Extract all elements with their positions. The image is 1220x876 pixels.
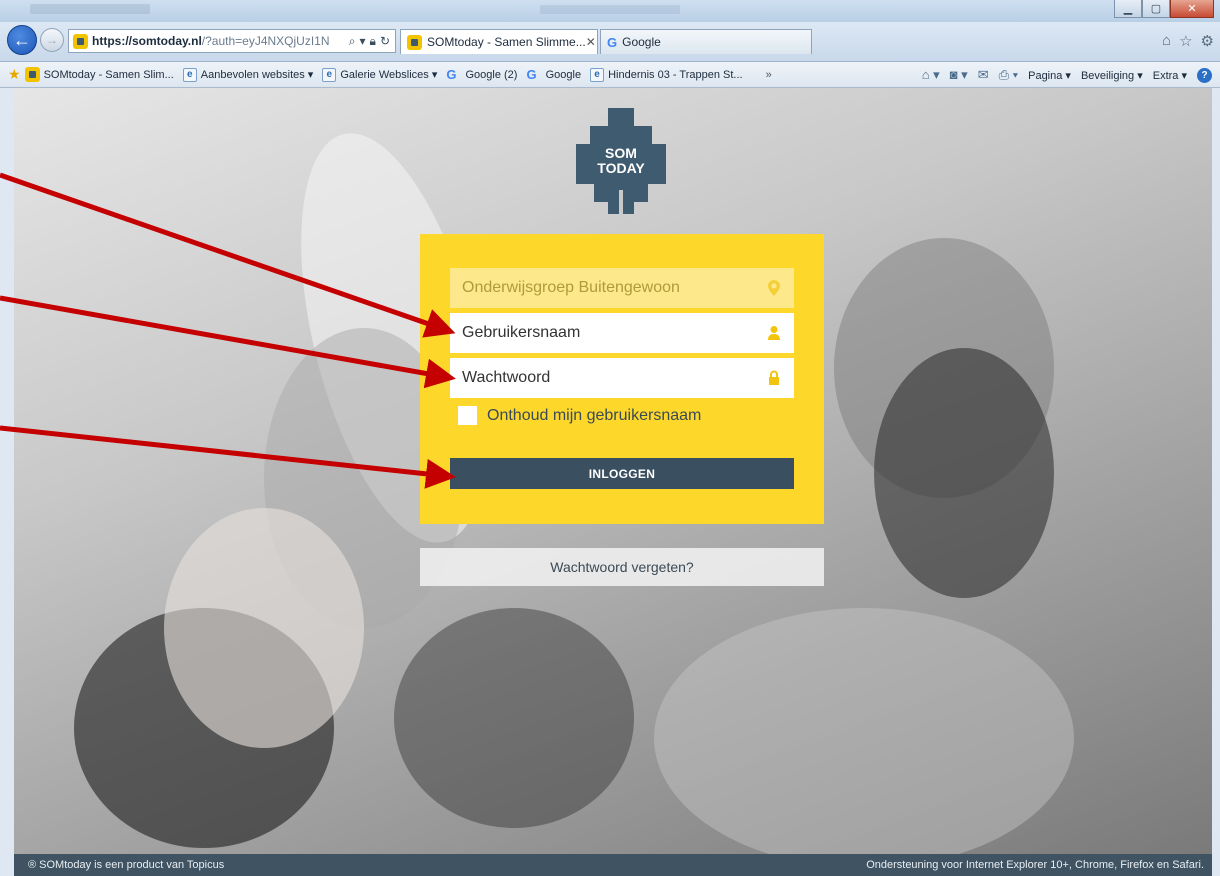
add-favorites-star-icon[interactable]: ★ [8, 66, 21, 83]
window-controls: ▁ ▢ ✕ [1114, 0, 1214, 18]
search-icon[interactable]: ⌕ [349, 34, 356, 49]
footer-browser-support: Ondersteuning voor Internet Explorer 10+… [866, 859, 1204, 871]
favorites-star-icon[interactable]: ☆ [1179, 32, 1192, 50]
favorite-somtoday[interactable]: SOMtoday - Samen Slim... [24, 67, 174, 82]
url-path: /?auth=eyJ4NXQjUzI1Nil6 [201, 34, 330, 48]
favorite-label: Google (2) [465, 68, 518, 81]
logo-text: SOM TODAY [576, 146, 666, 176]
tab-label: SOMtoday - Samen Slimme... [427, 35, 586, 49]
print-icon[interactable]: ⎙ ▾ [999, 67, 1018, 83]
minimize-button[interactable]: ▁ [1114, 0, 1142, 18]
favorite-label: Aanbevolen websites ▾ [200, 69, 314, 81]
browser-toolbar-icons: ⌂ ☆ ⚙ [1162, 32, 1214, 50]
page-menu[interactable]: Pagina ▾ [1028, 69, 1071, 82]
background-photo-shape [654, 608, 1074, 854]
ie-page-icon: e [590, 67, 605, 82]
favorite-label: Galerie Webslices ▾ [340, 69, 438, 81]
footer-copyright: ® SOMtoday is een product van Topicus [28, 859, 225, 871]
logo-text-line2: TODAY [597, 160, 645, 176]
minimize-icon: ▁ [1123, 3, 1133, 15]
titlebar-quick-access [30, 4, 150, 14]
somtoday-logo: SOM TODAY [576, 108, 666, 214]
lock-icon [769, 370, 779, 385]
remember-label[interactable]: Onthoud mijn gebruikersnaam [487, 407, 701, 425]
username-placeholder: Gebruikersnaam [462, 324, 581, 341]
page-footer: ® SOMtoday is een product van Topicus On… [14, 854, 1212, 876]
tab-google[interactable]: G Google [600, 29, 812, 54]
close-tab-icon[interactable]: ✕ [586, 35, 596, 49]
home-icon[interactable]: ⌂ [1162, 32, 1171, 50]
background-photo-shape [164, 508, 364, 748]
somtoday-favicon [407, 34, 422, 50]
command-bar: ⌂ ▾ ◙ ▾ ✉ ⎙ ▾ Pagina ▾ Beveiliging ▾ Ext… [922, 62, 1212, 88]
close-window-button[interactable]: ✕ [1170, 0, 1214, 18]
login-button[interactable]: INLOGGEN [450, 458, 794, 489]
extra-menu[interactable]: Extra ▾ [1153, 69, 1187, 82]
somtoday-favicon [73, 33, 88, 49]
favorite-label: Google [545, 68, 582, 81]
password-placeholder: Wachtwoord [462, 369, 551, 386]
location-pin-icon [768, 280, 780, 296]
maximize-button[interactable]: ▢ [1142, 0, 1170, 18]
favorite-webslices[interactable]: e Galerie Webslices ▾ [322, 67, 438, 82]
forward-button[interactable]: → [40, 28, 64, 52]
google-icon: G [607, 34, 618, 50]
back-arrow-icon: ← [13, 29, 31, 50]
user-icon [768, 326, 780, 340]
favorite-aanbevolen[interactable]: e Aanbevolen websites ▾ [182, 67, 314, 82]
security-menu[interactable]: Beveiliging ▾ [1081, 69, 1143, 82]
ie-page-icon: e [322, 67, 337, 82]
remember-checkbox[interactable] [458, 406, 477, 425]
google-icon: G [446, 67, 457, 82]
titlebar-title-text [540, 5, 680, 14]
favorite-hindernis[interactable]: e Hindernis 03 - Trappen St... [590, 67, 743, 82]
forgot-password-label: Wachtwoord vergeten? [550, 559, 694, 575]
forward-arrow-icon: → [46, 33, 58, 47]
mail-icon[interactable]: ✉ [978, 67, 989, 83]
close-icon: ✕ [1187, 3, 1197, 15]
maximize-icon: ▢ [1150, 3, 1162, 15]
username-field[interactable]: Gebruikersnaam [450, 313, 794, 353]
back-button[interactable]: ← [7, 25, 37, 55]
lock-icon[interactable]: 🔒︎ [370, 34, 376, 49]
help-icon[interactable]: ? [1197, 67, 1212, 83]
background-photo-shape [874, 348, 1054, 598]
favorites-bar: ★ SOMtoday - Samen Slim... e Aanbevolen … [0, 62, 1220, 88]
favorite-google-2[interactable]: G Google (2) [446, 67, 517, 82]
browser-navbar: ← → https://somtoday.nl /?auth=eyJ4NXQjU… [0, 22, 1220, 62]
refresh-icon[interactable]: ↻ [380, 34, 390, 49]
remember-username: Onthoud mijn gebruikersnaam [458, 406, 701, 425]
url-host: https://somtoday.nl [92, 34, 202, 48]
page-content: SOM TODAY Onderwijsgroep Buitengewoon Ge… [14, 88, 1212, 854]
school-select-label: Onderwijsgroep Buitengewoon [462, 279, 680, 296]
tab-label: Google [622, 35, 661, 49]
login-panel: Onderwijsgroep Buitengewoon Gebruikersna… [420, 234, 824, 524]
forgot-password-link[interactable]: Wachtwoord vergeten? [420, 548, 824, 586]
dropdown-icon[interactable]: ▾ [360, 34, 366, 49]
gear-icon[interactable]: ⚙ [1201, 32, 1214, 50]
background-photo-shape [394, 608, 634, 828]
address-bar[interactable]: https://somtoday.nl /?auth=eyJ4NXQjUzI1N… [68, 29, 396, 53]
more-favorites-icon[interactable]: » [766, 69, 772, 81]
google-icon: G [526, 67, 537, 82]
home-icon[interactable]: ⌂ ▾ [922, 67, 940, 83]
favorite-label: Hindernis 03 - Trappen St... [608, 68, 743, 81]
logo-text-line1: SOM [605, 145, 637, 161]
password-field[interactable]: Wachtwoord [450, 358, 794, 398]
somtoday-favicon [24, 67, 40, 82]
rss-feed-icon[interactable]: ◙ ▾ [950, 67, 968, 83]
school-select[interactable]: Onderwijsgroep Buitengewoon [450, 268, 794, 308]
window-titlebar: ▁ ▢ ✕ [0, 0, 1220, 22]
address-bar-icons: ⌕ ▾ 🔒︎ ↻ [349, 34, 395, 49]
ie-page-icon: e [182, 67, 197, 82]
favorite-google[interactable]: G Google [526, 67, 581, 82]
favorite-label: SOMtoday - Samen Slim... [43, 68, 174, 81]
tab-somtoday[interactable]: SOMtoday - Samen Slimme... ✕ [400, 29, 598, 54]
